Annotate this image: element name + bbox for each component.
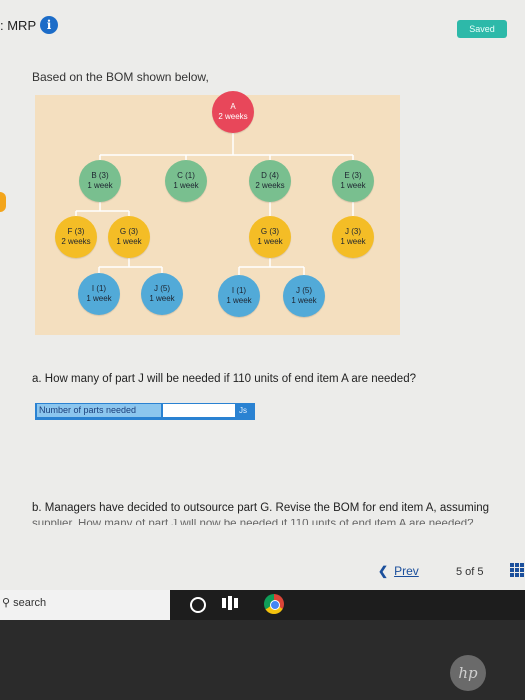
hp-logo: hp bbox=[450, 655, 486, 691]
bom-node-label: J (5) bbox=[154, 284, 170, 293]
bom-node-lead-time: 1 week bbox=[149, 294, 175, 303]
bom-node-j-under-g2: J (5) 1 week bbox=[283, 275, 325, 317]
question-b-text: b. Managers have decided to outsource pa… bbox=[32, 502, 490, 514]
assignment-title: : MRP bbox=[0, 18, 37, 33]
bom-node-d: D (4) 2 weeks bbox=[249, 160, 291, 202]
bom-node-j-under-e: J (3) 1 week bbox=[332, 216, 374, 258]
bom-node-g-under-b: G (3) 1 week bbox=[108, 216, 150, 258]
taskbar-search[interactable]: ⚲ search bbox=[0, 590, 170, 620]
bom-node-label: F (3) bbox=[67, 227, 85, 236]
info-icon[interactable]: i bbox=[40, 16, 58, 34]
bom-node-f: F (3) 2 weeks bbox=[55, 216, 97, 258]
prev-button[interactable]: ❮ Prev bbox=[378, 564, 419, 578]
bom-node-label: B (3) bbox=[91, 171, 109, 180]
bom-node-a: A 2 weeks bbox=[212, 91, 254, 133]
bom-node-lead-time: 1 week bbox=[340, 181, 366, 190]
prev-button-label: Prev bbox=[394, 564, 419, 578]
search-icon: ⚲ bbox=[2, 597, 11, 609]
bom-node-i-under-g: I (1) 1 week bbox=[78, 273, 120, 315]
page-indicator: 5 of 5 bbox=[456, 566, 484, 578]
bom-node-i-under-g2: I (1) 1 week bbox=[218, 275, 260, 317]
question-marker bbox=[0, 192, 6, 212]
saved-status-badge: Saved bbox=[457, 20, 507, 38]
bom-node-lead-time: 1 week bbox=[257, 237, 283, 246]
intro-text: Based on the BOM shown below, bbox=[32, 70, 209, 84]
bom-node-label: G (3) bbox=[119, 227, 139, 236]
cortana-icon[interactable] bbox=[190, 597, 206, 613]
chrome-icon[interactable] bbox=[264, 594, 284, 614]
bom-node-label: C (1) bbox=[177, 171, 195, 180]
bom-node-lead-time: 1 week bbox=[226, 296, 252, 305]
bom-node-lead-time: 1 week bbox=[291, 296, 317, 305]
bom-node-lead-time: 2 weeks bbox=[255, 181, 285, 190]
question-grid-icon[interactable] bbox=[510, 563, 524, 577]
question-a-text: a. How many of part J will be needed if … bbox=[32, 373, 416, 385]
bom-node-c: C (1) 1 week bbox=[165, 160, 207, 202]
assignment-header: : MRP i Saved bbox=[0, 0, 525, 38]
parts-needed-input[interactable] bbox=[163, 404, 235, 417]
task-view-icon[interactable] bbox=[222, 595, 238, 611]
bom-node-label: I (1) bbox=[91, 284, 107, 293]
bom-node-b: B (3) 1 week bbox=[79, 160, 121, 202]
bom-node-lead-time: 1 week bbox=[340, 237, 366, 246]
bom-node-lead-time: 1 week bbox=[87, 181, 113, 190]
browser-screen: : MRP i Saved Based on the BOM shown bel… bbox=[0, 0, 525, 590]
bom-node-label: G (3) bbox=[260, 227, 280, 236]
chevron-left-icon: ❮ bbox=[378, 564, 389, 578]
bom-node-label: D (4) bbox=[261, 171, 279, 180]
bom-node-label: A bbox=[230, 102, 236, 111]
bom-node-label: I (1) bbox=[231, 286, 247, 295]
answer-row: Number of parts needed Js bbox=[35, 403, 255, 420]
bom-node-label: E (3) bbox=[344, 171, 362, 180]
taskbar: ⚲ search bbox=[0, 590, 525, 620]
bom-node-label: J (3) bbox=[345, 227, 361, 236]
bom-node-lead-time: 2 weeks bbox=[218, 112, 248, 121]
bom-node-lead-time: 1 week bbox=[116, 237, 142, 246]
bom-node-lead-time: 1 week bbox=[173, 181, 199, 190]
question-b-text-continued: supplier. How many of part J will now be… bbox=[32, 519, 474, 525]
answer-unit: Js bbox=[239, 406, 247, 415]
bom-diagram: A 2 weeks B (3) 1 week C (1) 1 week D (4… bbox=[35, 91, 400, 335]
bom-node-j-under-g: J (5) 1 week bbox=[141, 273, 183, 315]
bom-node-e: E (3) 1 week bbox=[332, 160, 374, 202]
question-navigation: ❮ Prev 5 of 5 bbox=[0, 555, 525, 590]
answer-label: Number of parts needed bbox=[37, 404, 161, 417]
bom-node-lead-time: 1 week bbox=[86, 294, 112, 303]
bom-node-g-under-d: G (3) 1 week bbox=[249, 216, 291, 258]
bom-node-lead-time: 2 weeks bbox=[61, 237, 91, 246]
taskbar-search-label: search bbox=[13, 597, 47, 609]
bom-node-label: J (5) bbox=[296, 286, 312, 295]
